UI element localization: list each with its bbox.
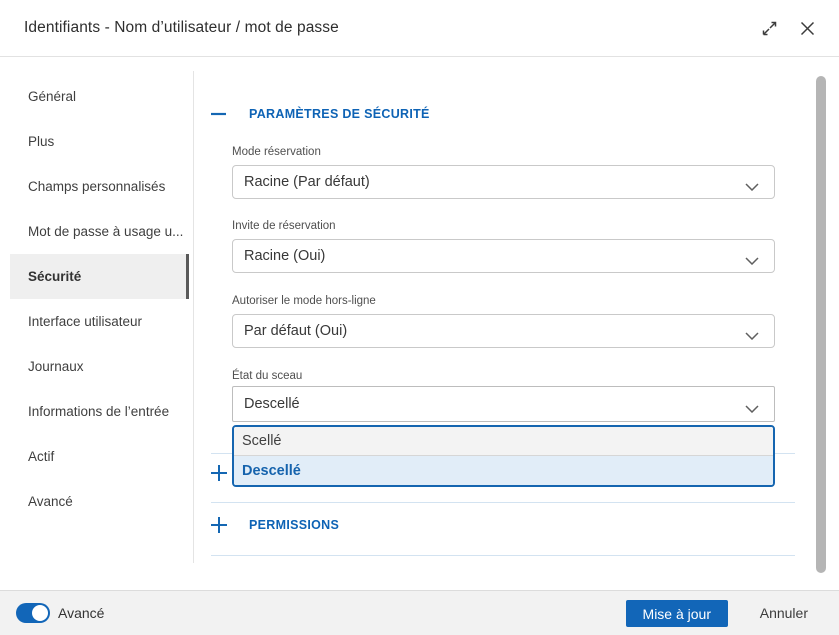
section-title: PARAMÈTRES DE SÉCURITÉ bbox=[249, 107, 430, 121]
sidebar-item-more[interactable]: Plus bbox=[0, 119, 193, 164]
select-value: Descellé bbox=[244, 396, 300, 412]
chevron-down-icon bbox=[745, 253, 759, 269]
sidebar-item-general[interactable]: Général bbox=[0, 74, 193, 119]
section-divider bbox=[211, 555, 795, 556]
sidebar-item-security[interactable]: Sécurité bbox=[10, 254, 189, 299]
header-icons bbox=[761, 0, 815, 57]
sidebar-item-one-time-password[interactable]: Mot de passe à usage u... bbox=[0, 209, 193, 254]
chevron-down-icon bbox=[745, 401, 759, 417]
update-button[interactable]: Mise à jour bbox=[625, 600, 728, 627]
sidebar-divider bbox=[193, 71, 194, 563]
select-value: Par défaut (Oui) bbox=[244, 323, 348, 339]
sidebar-item-logs[interactable]: Journaux bbox=[0, 344, 193, 389]
offline-mode-select[interactable]: Par défaut (Oui) bbox=[232, 314, 775, 348]
select-value: Racine (Par défaut) bbox=[244, 174, 370, 190]
seal-status-select[interactable]: Descellé bbox=[232, 386, 775, 422]
expand-plus-icon[interactable] bbox=[211, 517, 227, 533]
toggle-knob bbox=[32, 605, 48, 621]
dialog-header: Identifiants - Nom d’utilisateur / mot d… bbox=[0, 0, 839, 57]
field-reservation-mode: Mode réservation Racine (Par défaut) bbox=[232, 146, 775, 199]
field-allow-offline-mode: Autoriser le mode hors-ligne Par défaut … bbox=[232, 295, 775, 348]
section-divider bbox=[211, 502, 795, 503]
chevron-down-icon bbox=[745, 328, 759, 344]
content-panel: PARAMÈTRES DE SÉCURITÉ Mode réservation … bbox=[211, 57, 839, 590]
vertical-scrollbar[interactable] bbox=[816, 76, 826, 573]
dropdown-option-sealed[interactable]: Scellé bbox=[234, 427, 773, 456]
field-label: Invite de réservation bbox=[232, 220, 336, 232]
sidebar-item-advanced[interactable]: Avancé bbox=[0, 479, 193, 524]
sidebar: Général Plus Champs personnalisés Mot de… bbox=[0, 74, 193, 524]
dialog-title: Identifiants - Nom d’utilisateur / mot d… bbox=[24, 19, 339, 36]
close-icon[interactable] bbox=[800, 21, 815, 36]
credentials-dialog: Identifiants - Nom d’utilisateur / mot d… bbox=[0, 0, 839, 635]
field-label: Mode réservation bbox=[232, 146, 321, 158]
sidebar-item-custom-fields[interactable]: Champs personnalisés bbox=[0, 164, 193, 209]
collapsed-section-plus-icon[interactable] bbox=[211, 465, 227, 486]
section-security-settings-header[interactable]: PARAMÈTRES DE SÉCURITÉ bbox=[211, 105, 430, 123]
section-permissions-header[interactable]: PERMISSIONS bbox=[211, 516, 339, 534]
dialog-body: Général Plus Champs personnalisés Mot de… bbox=[0, 57, 839, 590]
field-reservation-prompt: Invite de réservation Racine (Oui) bbox=[232, 220, 775, 273]
section-title: PERMISSIONS bbox=[249, 518, 340, 532]
select-value: Racine (Oui) bbox=[244, 248, 326, 264]
reservation-prompt-select[interactable]: Racine (Oui) bbox=[232, 239, 775, 273]
seal-status-dropdown-list: Scellé Descellé bbox=[232, 425, 775, 487]
field-label: Autoriser le mode hors-ligne bbox=[232, 295, 376, 307]
dialog-footer: Avancé Mise à jour Annuler bbox=[0, 590, 839, 635]
advanced-toggle-label: Avancé bbox=[58, 605, 105, 621]
cancel-button[interactable]: Annuler bbox=[760, 591, 808, 635]
field-label: État du sceau bbox=[232, 370, 303, 382]
field-seal-status: État du sceau Descellé bbox=[232, 370, 775, 422]
expand-icon[interactable] bbox=[761, 20, 778, 37]
collapse-minus-icon[interactable] bbox=[211, 112, 227, 116]
reservation-mode-select[interactable]: Racine (Par défaut) bbox=[232, 165, 775, 199]
sidebar-item-user-interface[interactable]: Interface utilisateur bbox=[0, 299, 193, 344]
sidebar-item-entry-information[interactable]: Informations de l’entrée bbox=[0, 389, 193, 434]
advanced-toggle[interactable] bbox=[16, 603, 50, 623]
dropdown-option-unsealed[interactable]: Descellé bbox=[234, 456, 773, 485]
sidebar-item-asset[interactable]: Actif bbox=[0, 434, 193, 479]
chevron-down-icon bbox=[745, 179, 759, 195]
